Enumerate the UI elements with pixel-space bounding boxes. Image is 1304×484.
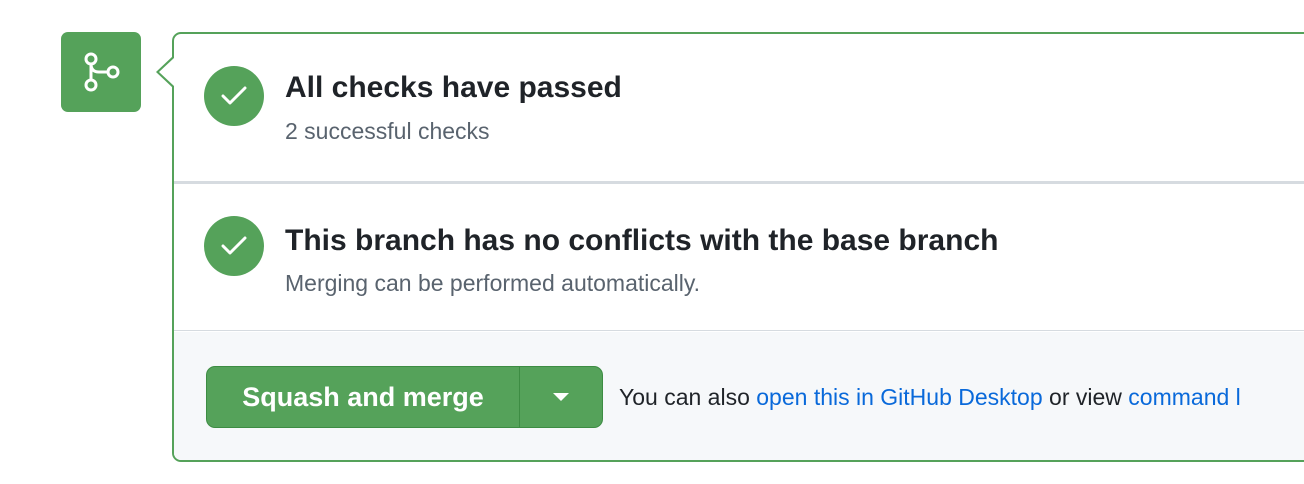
checks-status-badge [204, 66, 264, 126]
conflicts-section: This branch has no conflicts with the ba… [174, 184, 1304, 331]
command-line-link[interactable]: command l [1128, 384, 1240, 410]
triangle-down-icon [553, 393, 569, 401]
git-merge-icon-badge [61, 32, 141, 112]
squash-and-merge-button[interactable]: Squash and merge [207, 367, 520, 427]
checks-subtitle: 2 successful checks [285, 118, 490, 144]
merge-method-dropdown-button[interactable] [520, 367, 602, 427]
helper-middle: or view [1049, 384, 1122, 410]
merge-helper-text: You can also open this in GitHub Desktop… [619, 384, 1241, 411]
open-in-desktop-link[interactable]: open this in GitHub Desktop [756, 384, 1042, 410]
checks-title[interactable]: All checks have passed [285, 71, 622, 105]
merge-actions-footer: Squash and merge You can also open this … [174, 332, 1304, 460]
merge-status-box: All checks have passed 2 successful chec… [172, 32, 1304, 462]
helper-prefix: You can also [619, 384, 750, 410]
merge-button-group: Squash and merge [206, 366, 603, 428]
conflicts-title: This branch has no conflicts with the ba… [285, 224, 999, 257]
git-merge-icon [84, 52, 120, 92]
merge-box-caret-inner [159, 58, 174, 86]
conflicts-status-badge [204, 216, 264, 276]
check-icon [221, 236, 247, 255]
conflicts-subtitle: Merging can be performed automatically. [285, 270, 701, 296]
check-icon [221, 86, 247, 105]
checks-section: All checks have passed 2 successful chec… [174, 34, 1304, 184]
